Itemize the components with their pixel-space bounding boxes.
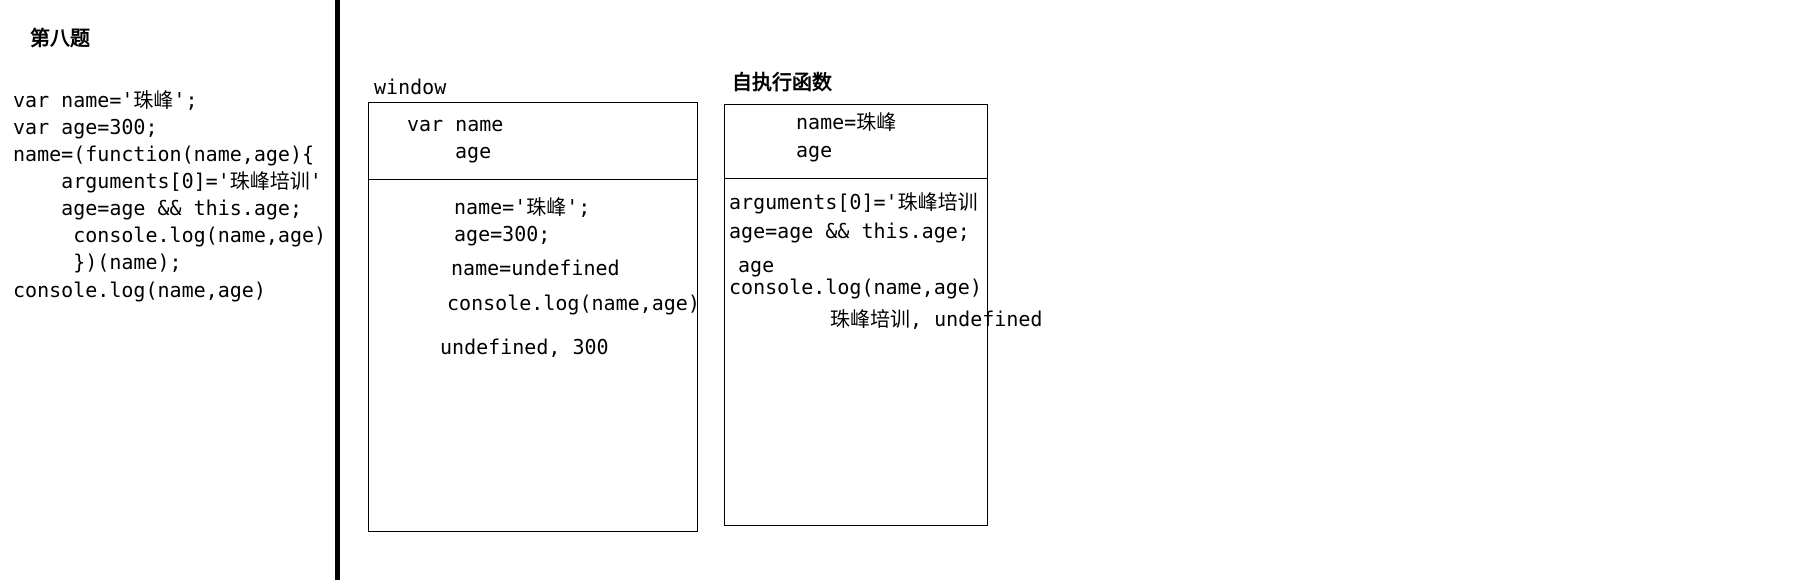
- window-scope-divider: [369, 179, 697, 180]
- function-var-age: age: [796, 138, 833, 162]
- code-line: name=(function(name,age){: [13, 142, 315, 166]
- window-output: undefined, 300: [440, 335, 609, 359]
- code-line: })(name);: [13, 250, 182, 274]
- code-line: arguments[0]='珠峰培训': [13, 169, 322, 193]
- window-exec-line: console.log(name,age): [447, 291, 700, 315]
- window-var-name: var name: [407, 112, 504, 136]
- window-exec-line: name=undefined: [451, 256, 620, 280]
- function-exec-line: console.log(name,age): [729, 275, 982, 299]
- function-scope-label: 自执行函数: [732, 70, 832, 94]
- window-exec-line: age=300;: [454, 222, 551, 246]
- function-exec-line: age: [738, 253, 775, 277]
- window-exec-line: name='珠峰';: [454, 195, 591, 219]
- code-line: var name='珠峰';: [13, 88, 198, 112]
- code-line: console.log(name,age): [13, 223, 327, 247]
- function-var-name: name=珠峰: [796, 110, 897, 134]
- code-line: age=age && this.age;: [13, 196, 302, 220]
- function-scope-divider: [725, 178, 987, 179]
- function-exec-line: arguments[0]='珠峰培训: [729, 190, 978, 214]
- code-line: var age=300;: [13, 115, 158, 139]
- window-var-age: age: [455, 139, 492, 163]
- window-scope-box: [368, 102, 698, 532]
- code-line: console.log(name,age): [13, 278, 266, 302]
- function-output: 珠峰培训, undefined: [830, 307, 1043, 331]
- function-exec-line: age=age && this.age;: [729, 219, 970, 243]
- window-scope-label: window: [374, 75, 447, 99]
- panel-divider: [335, 0, 340, 580]
- problem-title: 第八题: [30, 26, 90, 50]
